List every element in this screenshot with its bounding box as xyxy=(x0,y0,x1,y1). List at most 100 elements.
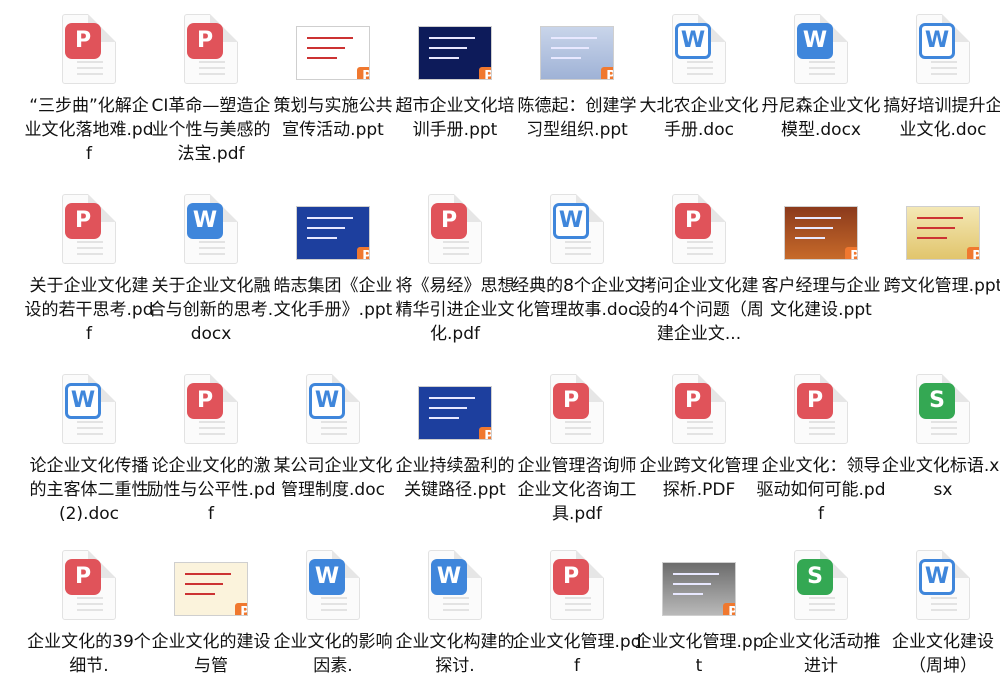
excel-badge-icon: S xyxy=(919,383,955,419)
slide-preview: P xyxy=(906,206,980,260)
pdf-file-icon: P xyxy=(666,374,730,446)
slide-text-line xyxy=(307,217,353,219)
file-name-label: 企业文化的39个细节. xyxy=(27,632,151,676)
page-line xyxy=(77,247,103,249)
ppt-thumbnail-icon: P xyxy=(174,550,248,622)
page-line xyxy=(931,603,957,605)
page-line xyxy=(77,421,103,423)
word-badge-icon: W xyxy=(919,23,955,59)
page-line xyxy=(77,67,103,69)
slide-text-line xyxy=(673,593,703,595)
ppt-badge-icon: P xyxy=(845,247,857,259)
page-line xyxy=(565,597,591,599)
file-name-label: 企业文化的建设与管 xyxy=(151,632,271,676)
page-line xyxy=(809,67,835,69)
pdf-file-icon: P xyxy=(178,14,242,86)
page-line xyxy=(443,247,469,249)
slide-text-line xyxy=(307,227,345,229)
slide-text-line xyxy=(673,573,719,575)
file-name-label: 跨文化管理.ppt xyxy=(883,276,1000,296)
page-shape: P xyxy=(62,194,116,264)
page-line xyxy=(199,433,225,435)
file-name-label: 企业文化管理.pdf xyxy=(512,632,642,676)
pdf-file-icon: P xyxy=(544,374,608,446)
ppt-thumbnail-icon: P xyxy=(418,14,492,86)
page-line xyxy=(443,253,469,255)
ppt-thumbnail-icon: P xyxy=(296,14,370,86)
ppt-badge-icon: P xyxy=(357,67,369,79)
pdf-badge-icon: P xyxy=(431,203,467,239)
page-line xyxy=(77,597,103,599)
page-shape: W xyxy=(306,550,360,620)
page-line xyxy=(565,427,591,429)
page-line xyxy=(199,73,225,75)
slide-preview: P xyxy=(540,26,614,80)
file-name-label: 拷问企业文化建设的4个问题（周建企业文... xyxy=(634,276,764,344)
file-name-label: 搞好培训提升企业文化.doc xyxy=(883,96,1000,140)
page-line xyxy=(687,247,713,249)
page-shape: W xyxy=(184,194,238,264)
page-shape: W xyxy=(306,374,360,444)
page-shape: P xyxy=(550,374,604,444)
slide-text-line xyxy=(917,237,947,239)
page-line xyxy=(443,597,469,599)
page-line xyxy=(77,61,103,63)
pdf-badge-icon: P xyxy=(65,559,101,595)
page-shape: W xyxy=(672,14,726,84)
file-name-label: 企业管理咨询师企业文化咨询工具.pdf xyxy=(517,456,637,524)
ppt-thumbnail-icon: P xyxy=(296,194,370,266)
page-line xyxy=(931,73,957,75)
word-file-icon: W xyxy=(300,374,364,446)
page-line xyxy=(809,73,835,75)
ppt-thumbnail-icon: P xyxy=(540,14,614,86)
page-line xyxy=(77,609,103,611)
word-badge-icon: W xyxy=(919,559,955,595)
pdf-badge-icon: P xyxy=(553,383,589,419)
page-line xyxy=(565,433,591,435)
word-badge-icon: W xyxy=(675,23,711,59)
slide-text-line xyxy=(429,397,475,399)
pdf-badge-icon: P xyxy=(65,203,101,239)
ppt-badge-icon: P xyxy=(479,67,491,79)
page-line xyxy=(931,597,957,599)
page-line xyxy=(931,67,957,69)
file-name-label: 论企业文化传播的主客体二重性(2).doc xyxy=(29,456,149,524)
page-shape: P xyxy=(428,194,482,264)
slide-text-line xyxy=(307,57,337,59)
pdf-file-icon: P xyxy=(788,374,852,446)
slide-text-line xyxy=(429,417,459,419)
page-line xyxy=(565,253,591,255)
page-line xyxy=(809,427,835,429)
file-name-label: 企业持续盈利的关键路径.ppt xyxy=(395,456,515,500)
file-grid: P “三步曲”化解企业文化落地难.pdf P CI革命—塑造企业个性与美感的法宝.pd… xyxy=(0,0,1000,676)
page-line xyxy=(199,241,225,243)
file-name-label: 将《易经》思想精华引进企业文化.pdf xyxy=(395,276,515,344)
pdf-file-icon: P xyxy=(56,550,120,622)
pdf-badge-icon: P xyxy=(187,383,223,419)
page-line xyxy=(565,421,591,423)
page-shape: S xyxy=(916,374,970,444)
page-line xyxy=(809,609,835,611)
slide-text-line xyxy=(551,37,597,39)
slide-preview: P xyxy=(174,562,248,616)
file-name-label: 企业文化的影响因素. xyxy=(273,632,393,676)
pdf-file-icon: P xyxy=(544,550,608,622)
word-file-icon: W xyxy=(178,194,242,266)
ppt-badge-icon: P xyxy=(967,247,979,259)
file-name-label: 企业文化建设（周坤） xyxy=(892,632,994,676)
page-shape: P xyxy=(550,550,604,620)
excel-file-icon: S xyxy=(788,550,852,622)
file-name-label: 丹尼森企业文化模型.docx xyxy=(761,96,881,140)
page-shape: W xyxy=(428,550,482,620)
page-line xyxy=(321,427,347,429)
slide-text-line xyxy=(551,57,581,59)
pdf-file-icon: P xyxy=(178,374,242,446)
page-shape: W xyxy=(916,14,970,84)
page-line xyxy=(443,241,469,243)
slide-preview: P xyxy=(784,206,858,260)
pdf-badge-icon: P xyxy=(187,23,223,59)
page-line xyxy=(687,241,713,243)
file-name-label: 企业文化管理.ppt xyxy=(634,632,764,676)
ppt-badge-icon: P xyxy=(357,247,369,259)
excel-badge-icon: S xyxy=(797,559,833,595)
